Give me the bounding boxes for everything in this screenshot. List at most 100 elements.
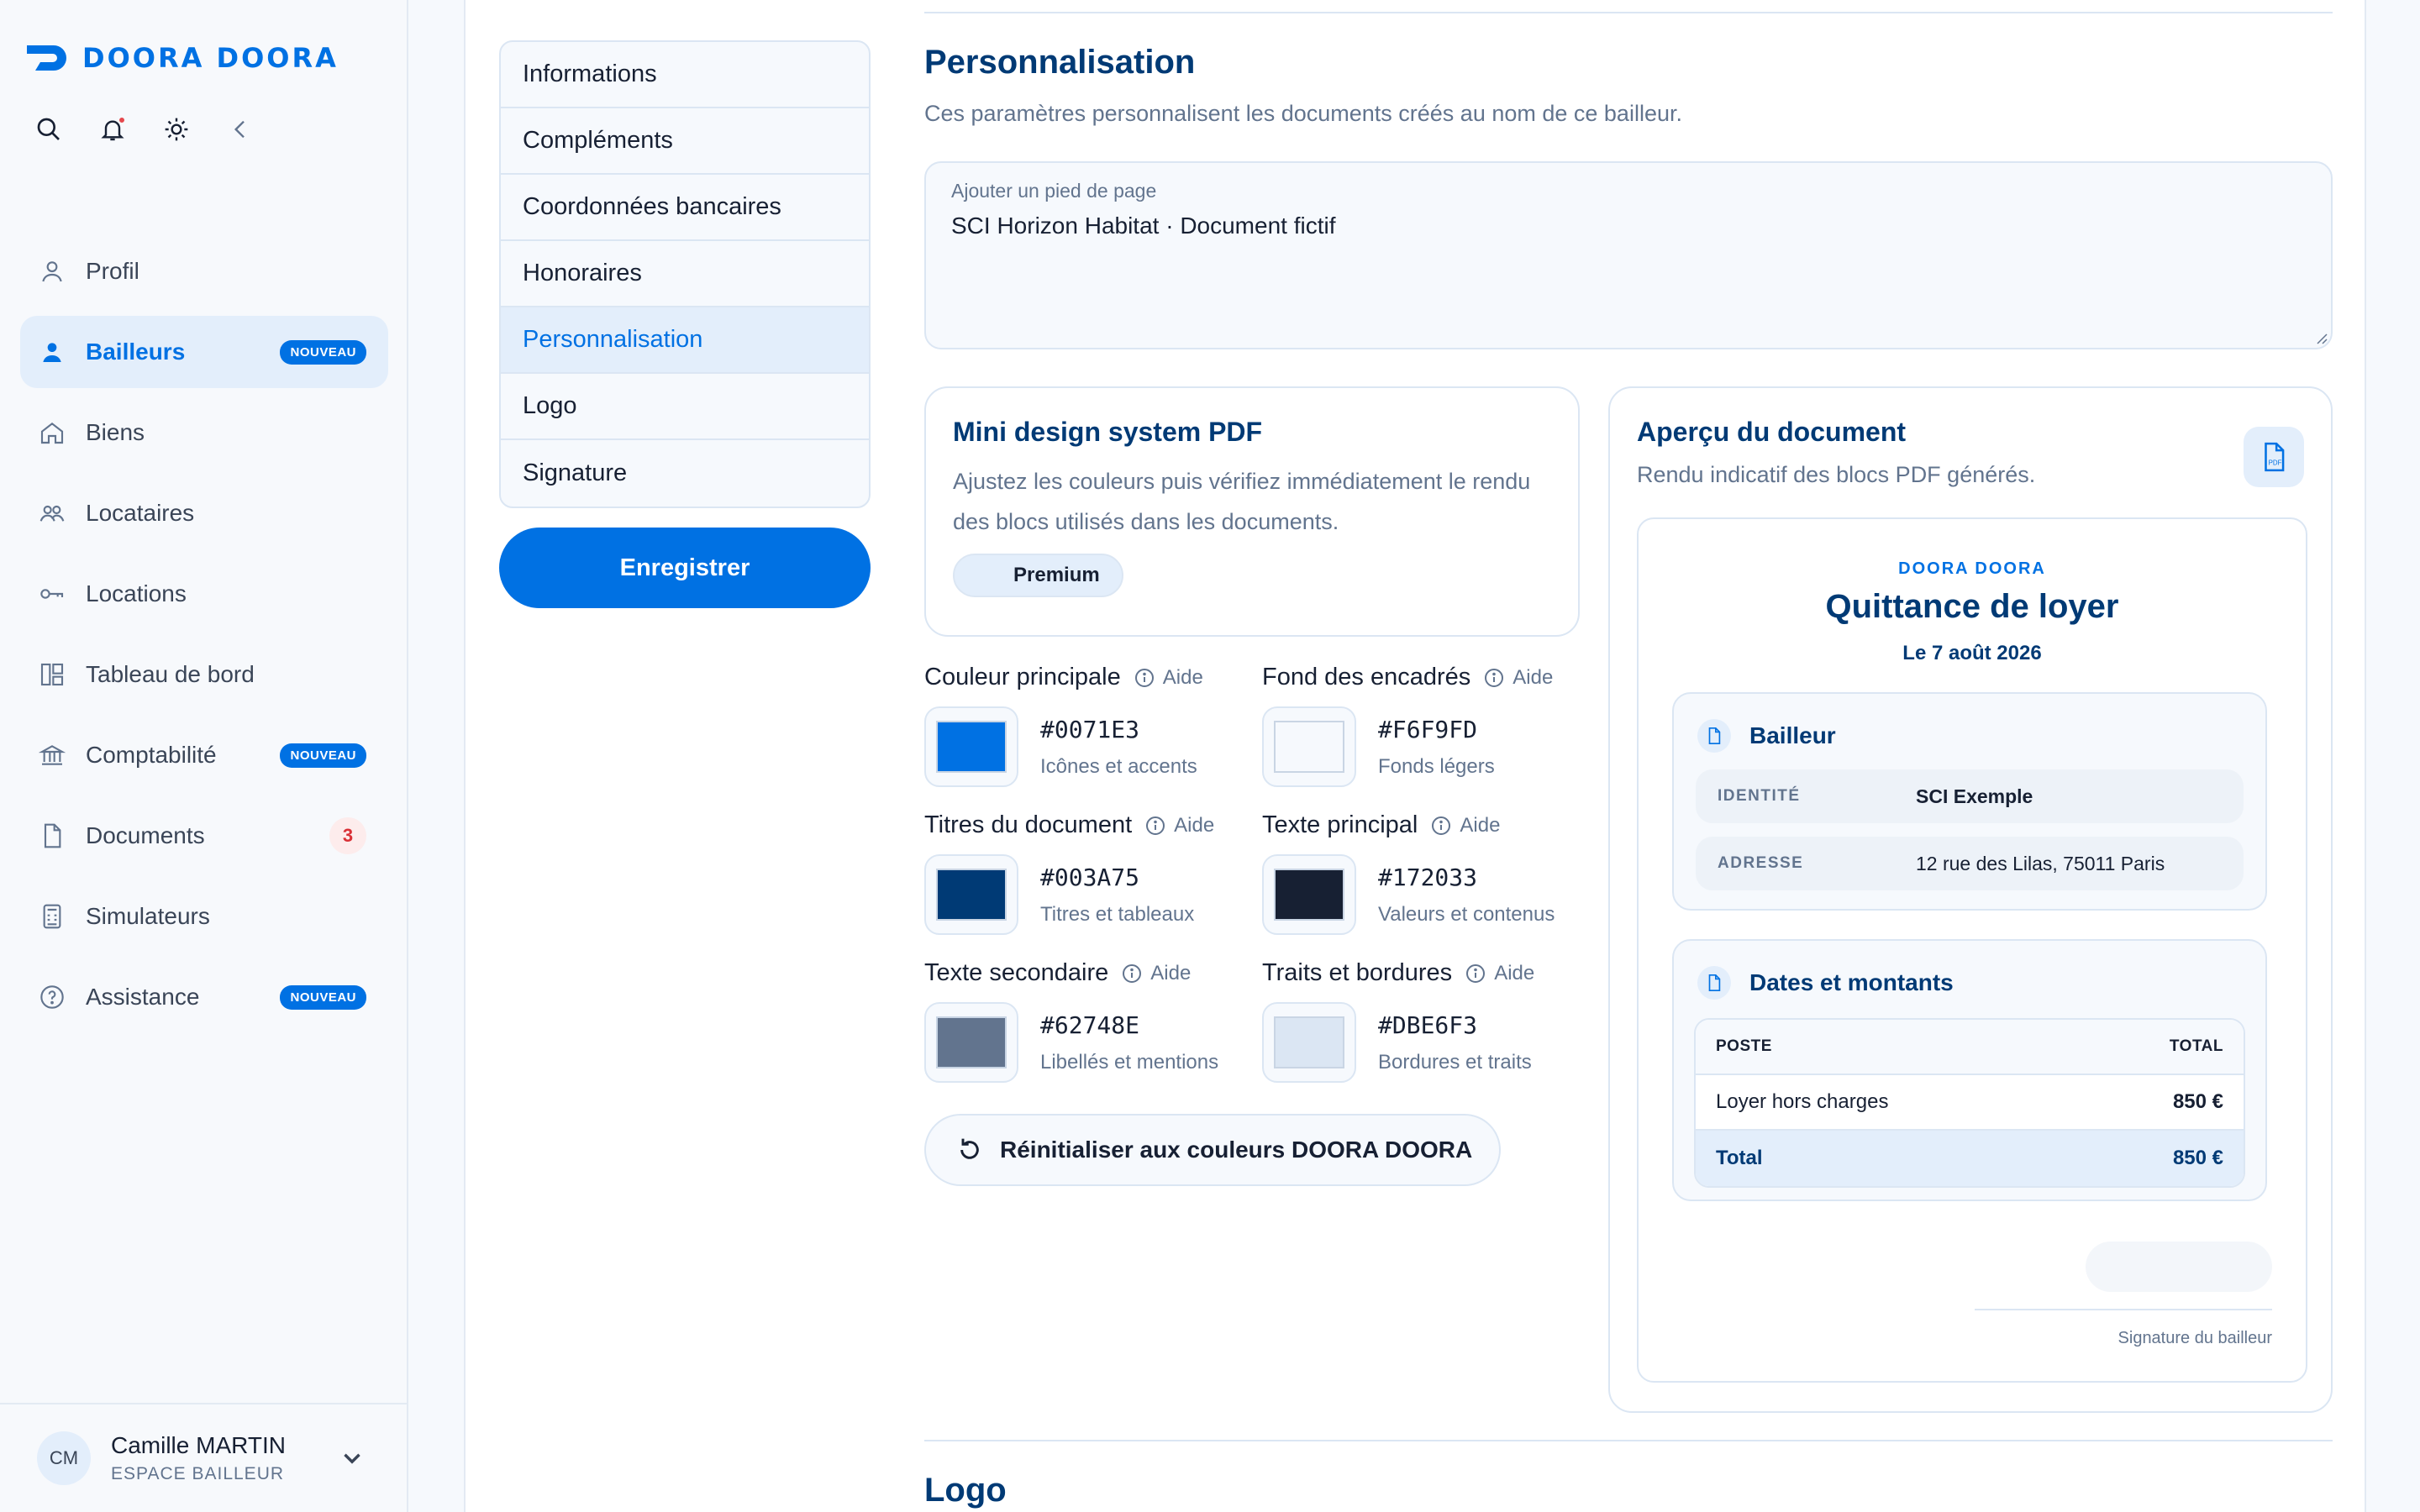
sidebar-item-label: Documents	[86, 822, 205, 848]
subnav-item-complements[interactable]: Compléments	[501, 108, 869, 175]
doc-title: Quittance de loyer	[1825, 588, 2119, 625]
key-icon	[37, 579, 67, 609]
sun-icon[interactable]	[161, 114, 192, 144]
sidebar-item-comptabilite[interactable]: Comptabilité NOUVEAU	[20, 719, 388, 791]
notification-dot	[118, 116, 126, 124]
row-amount: 850 €	[2172, 1090, 2223, 1113]
total-label: Total	[1716, 1147, 1763, 1169]
row-key: IDENTITÉ	[1718, 787, 1801, 805]
subnav-item-signature[interactable]: Signature	[501, 440, 869, 507]
help-link[interactable]: Aide	[1484, 666, 1553, 690]
color-hex[interactable]: #62748E	[1040, 1011, 1218, 1039]
chevron-down-icon[interactable]	[338, 1444, 366, 1473]
sidebar-item-profil[interactable]: Profil	[20, 235, 388, 307]
signature-label: Signature du bailleur	[2118, 1329, 2272, 1347]
dashboard-icon	[37, 659, 67, 690]
brand-name: DOORA DOORA	[82, 42, 339, 74]
footer-value[interactable]: SCI Horizon Habitat · Document fictif	[951, 213, 2306, 239]
logo-section-title: Logo	[924, 1472, 1007, 1509]
sidebar-item-label: Locataires	[86, 500, 195, 526]
sidebar-item-label: Profil	[86, 258, 139, 284]
subnav-item-logo[interactable]: Logo	[501, 374, 869, 440]
sidebar-item-label: Comptabilité	[86, 742, 217, 768]
sidebar-item-documents[interactable]: Documents 3	[20, 800, 388, 872]
section-title: Personnalisation	[924, 44, 1196, 81]
color-setting-texte-principal: Texte principal Aide #172033 Valeurs et c…	[1262, 811, 1581, 959]
color-swatch-button[interactable]	[1262, 1002, 1356, 1083]
subnav-item-coordonnees-bancaires[interactable]: Coordonnées bancaires	[501, 175, 869, 241]
color-hex[interactable]: #172033	[1378, 864, 1555, 891]
sidebar-item-label: Locations	[86, 580, 187, 606]
sidebar-item-label: Assistance	[86, 984, 200, 1010]
calculator-icon	[37, 901, 67, 932]
reset-colors-button[interactable]: Réinitialiser aux couleurs DOORA DOORA	[924, 1114, 1502, 1186]
sidebar-item-simulateurs[interactable]: Simulateurs	[20, 880, 388, 953]
row-value: 12 rue des Lilas, 75011 Paris	[1916, 852, 2165, 874]
section-divider	[924, 1440, 2333, 1441]
color-hex[interactable]: #0071E3	[1040, 716, 1197, 743]
user-icon	[37, 337, 67, 367]
subnav-item-honoraires[interactable]: Honoraires	[501, 241, 869, 307]
search-icon[interactable]	[34, 114, 64, 144]
sidebar-item-locataires[interactable]: Locataires	[20, 477, 388, 549]
color-usage: Valeurs et contenus	[1378, 902, 1555, 926]
color-swatch	[936, 721, 1007, 773]
premium-badge: Premium	[953, 554, 1123, 597]
brand-logo[interactable]: DOORA DOORA	[25, 42, 339, 74]
color-swatch-button[interactable]	[1262, 706, 1356, 787]
sidebar-item-biens[interactable]: Biens	[20, 396, 388, 469]
help-link[interactable]: Aide	[1122, 962, 1191, 985]
document-icon	[1697, 719, 1731, 753]
montants-table: POSTE TOTAL Loyer hors charges 850 € Tot…	[1694, 1018, 2245, 1188]
document-icon	[37, 821, 67, 851]
color-swatch-button[interactable]	[924, 1002, 1018, 1083]
color-setting-texte-secondaire: Texte secondaire Aide #62748E Libellés et…	[924, 959, 1244, 1107]
user-menu[interactable]: CM Camille MARTIN ESPACE BAILLEUR	[0, 1403, 408, 1512]
help-link[interactable]: Aide	[1431, 814, 1500, 837]
sidebar-item-label: Tableau de bord	[86, 661, 255, 687]
sidebar-item-locations[interactable]: Locations	[20, 558, 388, 630]
identity-row: IDENTITÉ SCI Exemple	[1696, 769, 2244, 823]
color-hex[interactable]: #003A75	[1040, 864, 1194, 891]
color-usage: Libellés et mentions	[1040, 1050, 1219, 1074]
row-label: Loyer hors charges	[1716, 1090, 1889, 1113]
color-swatch-button[interactable]	[1262, 854, 1356, 935]
help-link[interactable]: Aide	[1465, 962, 1534, 985]
help-label: Aide	[1150, 961, 1192, 984]
user-name: Camille MARTIN	[111, 1432, 286, 1458]
montants-box: Dates et montants POSTE TOTAL Loyer hors…	[1672, 939, 2267, 1201]
bell-icon[interactable]	[97, 114, 128, 144]
column-header: POSTE	[1716, 1037, 1772, 1055]
color-swatch-button[interactable]	[924, 854, 1018, 935]
row-key: ADRESSE	[1718, 854, 1804, 872]
info-icon	[1123, 963, 1142, 983]
color-setting-principale: Couleur principale Aide #0071E3 Icônes et…	[924, 664, 1244, 811]
color-usage: Bordures et traits	[1378, 1050, 1532, 1074]
color-hex[interactable]: #F6F9FD	[1378, 716, 1495, 743]
document-preview-card: Aperçu du document Rendu indicatif des b…	[1608, 386, 2333, 1413]
help-link[interactable]: Aide	[1134, 666, 1203, 690]
brand-mark-icon	[27, 45, 66, 71]
collapse-chevron-icon[interactable]	[225, 114, 255, 144]
color-swatch	[936, 1016, 1007, 1068]
color-name: Texte secondaire	[924, 959, 1109, 986]
sidebar-item-bailleurs[interactable]: Bailleurs NOUVEAU	[20, 316, 388, 388]
new-badge: NOUVEAU	[280, 339, 366, 365]
pdf-icon[interactable]: PDF	[2244, 427, 2304, 487]
save-button[interactable]: Enregistrer	[499, 528, 871, 608]
subnav-item-personnalisation[interactable]: Personnalisation	[501, 307, 869, 374]
resize-handle-icon[interactable]	[2312, 329, 2328, 344]
bank-icon	[37, 740, 67, 770]
sidebar-item-tableau-de-bord[interactable]: Tableau de bord	[20, 638, 388, 711]
reset-icon	[960, 1138, 979, 1159]
color-hex[interactable]: #DBE6F3	[1378, 1011, 1532, 1039]
row-value: SCI Exemple	[1916, 785, 2033, 807]
help-label: Aide	[1494, 961, 1535, 984]
subnav-item-informations[interactable]: Informations	[501, 42, 869, 108]
help-link[interactable]: Aide	[1145, 814, 1214, 837]
color-swatch-button[interactable]	[924, 706, 1018, 787]
sidebar-item-assistance[interactable]: Assistance NOUVEAU	[20, 961, 388, 1033]
avatar: CM	[37, 1431, 91, 1485]
footer-textarea[interactable]: Ajouter un pied de page SCI Horizon Habi…	[924, 161, 2333, 349]
help-label: Aide	[1460, 813, 1501, 837]
